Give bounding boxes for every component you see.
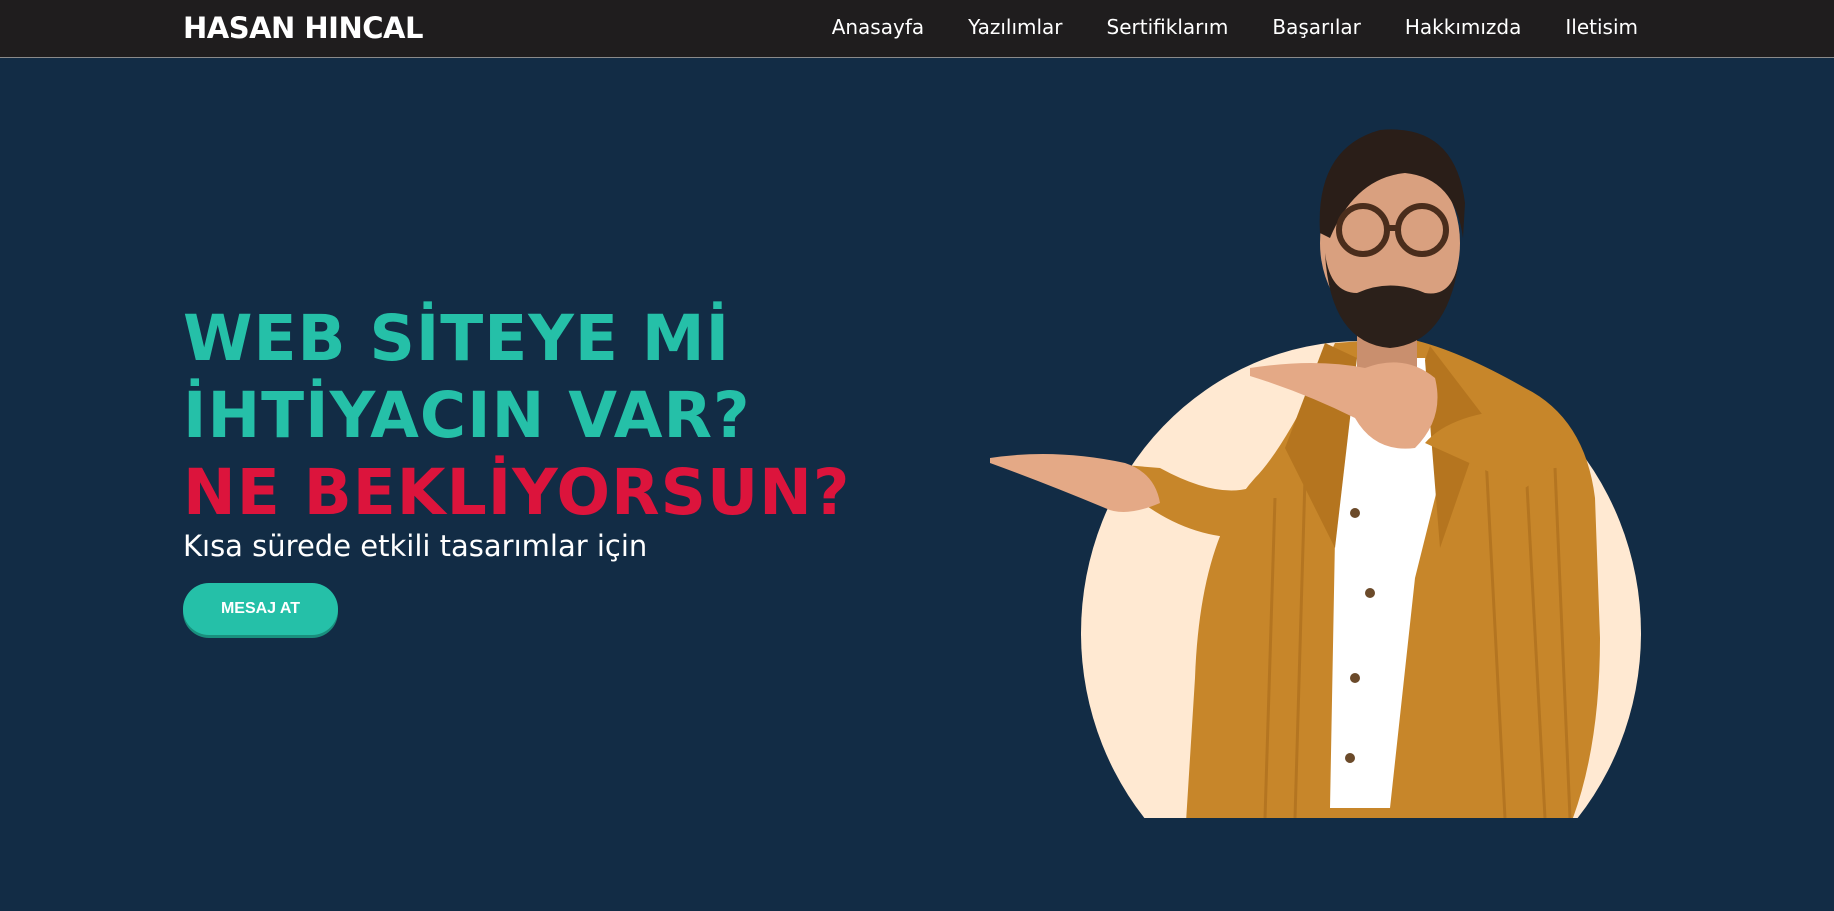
hero-subtitle: Kısa sürede etkili tasarımlar için xyxy=(183,529,648,563)
nav-yazilimlar[interactable]: Yazılımlar xyxy=(968,15,1062,39)
navbar: HASAN HINCAL Anasayfa Yazılımlar Sertifi… xyxy=(0,0,1834,58)
site-logo[interactable]: HASAN HINCAL xyxy=(183,11,423,45)
headline-line-1: WEB SİTEYE Mİ xyxy=(183,302,731,375)
nav-sertifiklarim[interactable]: Sertifiklarım xyxy=(1107,15,1229,39)
message-button[interactable]: MESAJ AT xyxy=(183,583,338,635)
headline-line-3: NE BEKLİYORSUN? xyxy=(183,456,851,529)
hero-portrait-illustration xyxy=(990,129,1641,818)
nav-hakkimizda[interactable]: Hakkımızda xyxy=(1405,15,1522,39)
main-nav: Anasayfa Yazılımlar Sertifiklarım Başarı… xyxy=(832,15,1638,39)
nav-basarilar[interactable]: Başarılar xyxy=(1272,15,1360,39)
nav-anasayfa[interactable]: Anasayfa xyxy=(832,15,924,39)
nav-iletisim[interactable]: Iletisim xyxy=(1565,15,1638,39)
headline-line-2: İHTİYACIN VAR? xyxy=(183,379,751,452)
hero-section: WEB SİTEYE Mİ İHTİYACIN VAR? NE BEKLİYOR… xyxy=(183,300,850,563)
hero-headline: WEB SİTEYE Mİ İHTİYACIN VAR? NE BEKLİYOR… xyxy=(183,300,850,531)
